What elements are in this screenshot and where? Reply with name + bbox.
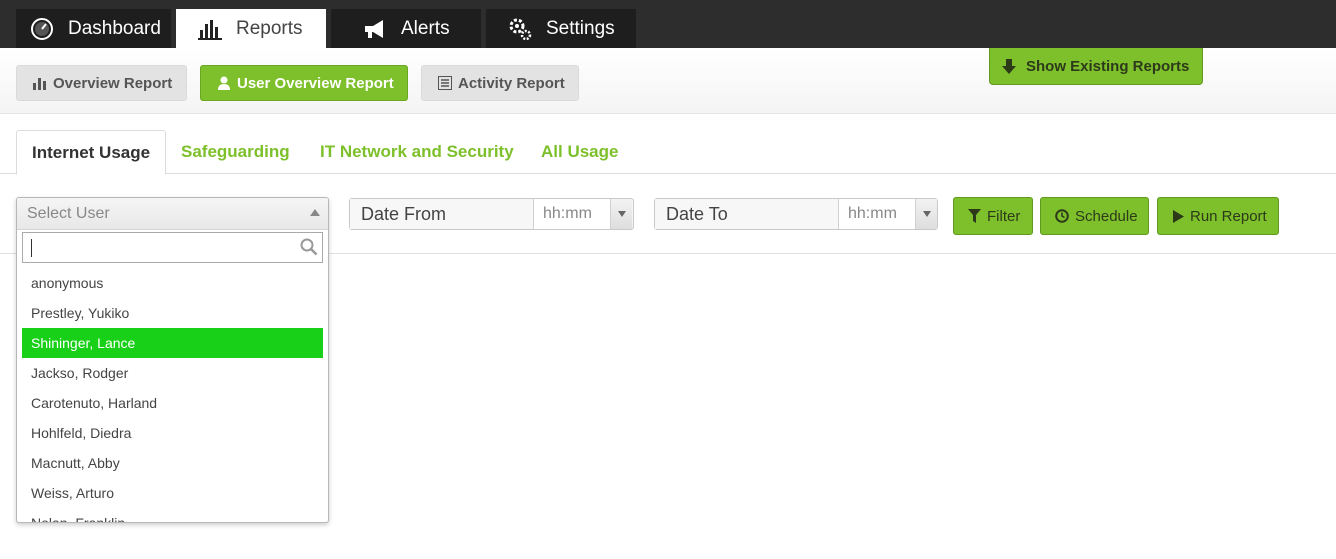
time-from-input[interactable]: hh:mm <box>534 199 610 229</box>
top-navigation: Dashboard Reports Alerts Settings <box>0 0 1336 48</box>
filter-label: Filter <box>987 207 1021 225</box>
show-existing-reports-button[interactable]: Show Existing Reports <box>989 48 1203 85</box>
nav-tab-label: Alerts <box>401 17 450 39</box>
text-cursor <box>31 239 32 257</box>
caret-up-icon <box>310 209 320 216</box>
user-search-box <box>22 232 323 263</box>
date-from-input[interactable]: Date From <box>350 199 534 229</box>
gauge-icon <box>30 17 54 41</box>
nav-tab-label: Reports <box>236 17 303 39</box>
user-search-input[interactable] <box>23 233 283 262</box>
bar-chart-icon <box>33 76 47 90</box>
caret-down-icon <box>922 211 931 217</box>
list-icon <box>438 76 452 90</box>
arrow-down-icon <box>1002 58 1016 74</box>
nav-tab-label: Settings <box>546 17 615 39</box>
megaphone-icon <box>363 17 387 41</box>
date-from-picker: Date From hh:mm <box>349 198 634 230</box>
run-report-button[interactable]: Run Report <box>1157 197 1279 235</box>
schedule-label: Schedule <box>1075 207 1138 225</box>
user-select-dropdown: Select User anonymous Prestley, Yukiko S… <box>16 197 329 523</box>
gears-icon <box>508 17 532 41</box>
activity-report-button[interactable]: Activity Report <box>421 65 579 101</box>
show-existing-reports-label: Show Existing Reports <box>1026 57 1190 75</box>
user-option[interactable]: anonymous <box>22 268 323 298</box>
time-from-dropdown[interactable] <box>610 199 632 229</box>
user-icon <box>217 76 231 90</box>
run-report-label: Run Report <box>1190 207 1267 225</box>
time-to-dropdown[interactable] <box>915 199 937 229</box>
time-to-input[interactable]: hh:mm <box>839 199 915 229</box>
date-to-picker: Date To hh:mm <box>654 198 938 230</box>
nav-tab-label: Dashboard <box>68 17 161 39</box>
overview-report-button[interactable]: Overview Report <box>16 65 187 101</box>
activity-report-label: Activity Report <box>458 74 565 92</box>
clock-icon <box>1055 209 1069 223</box>
user-option-highlighted[interactable]: Shininger, Lance <box>22 328 323 358</box>
user-option[interactable]: Prestley, Yukiko <box>22 298 323 328</box>
tab-internet-usage[interactable]: Internet Usage <box>16 130 167 175</box>
user-option[interactable]: Macnutt, Abby <box>22 448 323 478</box>
user-option[interactable]: Jackso, Rodger <box>22 358 323 388</box>
user-select-placeholder: Select User <box>27 204 110 222</box>
nav-tab-settings[interactable]: Settings <box>486 9 636 48</box>
funnel-icon <box>968 209 981 223</box>
nav-tab-alerts[interactable]: Alerts <box>331 9 481 48</box>
user-overview-report-label: User Overview Report <box>237 74 394 92</box>
nav-tab-dashboard[interactable]: Dashboard <box>16 9 171 48</box>
category-tabs: Internet Usage Safeguarding IT Network a… <box>0 130 1336 175</box>
user-option[interactable]: Nolan, Franklin <box>22 508 323 522</box>
tab-safeguarding[interactable]: Safeguarding <box>181 130 290 174</box>
nav-tab-reports[interactable]: Reports <box>176 9 326 48</box>
tab-it-network-security[interactable]: IT Network and Security <box>320 130 514 174</box>
filter-button[interactable]: Filter <box>953 197 1033 235</box>
user-option[interactable]: Weiss, Arturo <box>22 478 323 508</box>
user-option[interactable]: Carotenuto, Harland <box>22 388 323 418</box>
play-icon <box>1172 209 1184 223</box>
date-to-input[interactable]: Date To <box>655 199 839 229</box>
bar-chart-icon <box>198 17 222 41</box>
user-select-toggle[interactable]: Select User <box>17 198 328 230</box>
search-icon <box>300 238 318 261</box>
caret-down-icon <box>617 211 626 217</box>
overview-report-label: Overview Report <box>53 74 173 92</box>
schedule-button[interactable]: Schedule <box>1040 197 1149 235</box>
user-overview-report-button[interactable]: User Overview Report <box>200 65 408 101</box>
tab-all-usage[interactable]: All Usage <box>541 130 618 174</box>
user-option[interactable]: Hohlfeld, Diedra <box>22 418 323 448</box>
user-option-list: anonymous Prestley, Yukiko Shininger, La… <box>22 268 323 522</box>
